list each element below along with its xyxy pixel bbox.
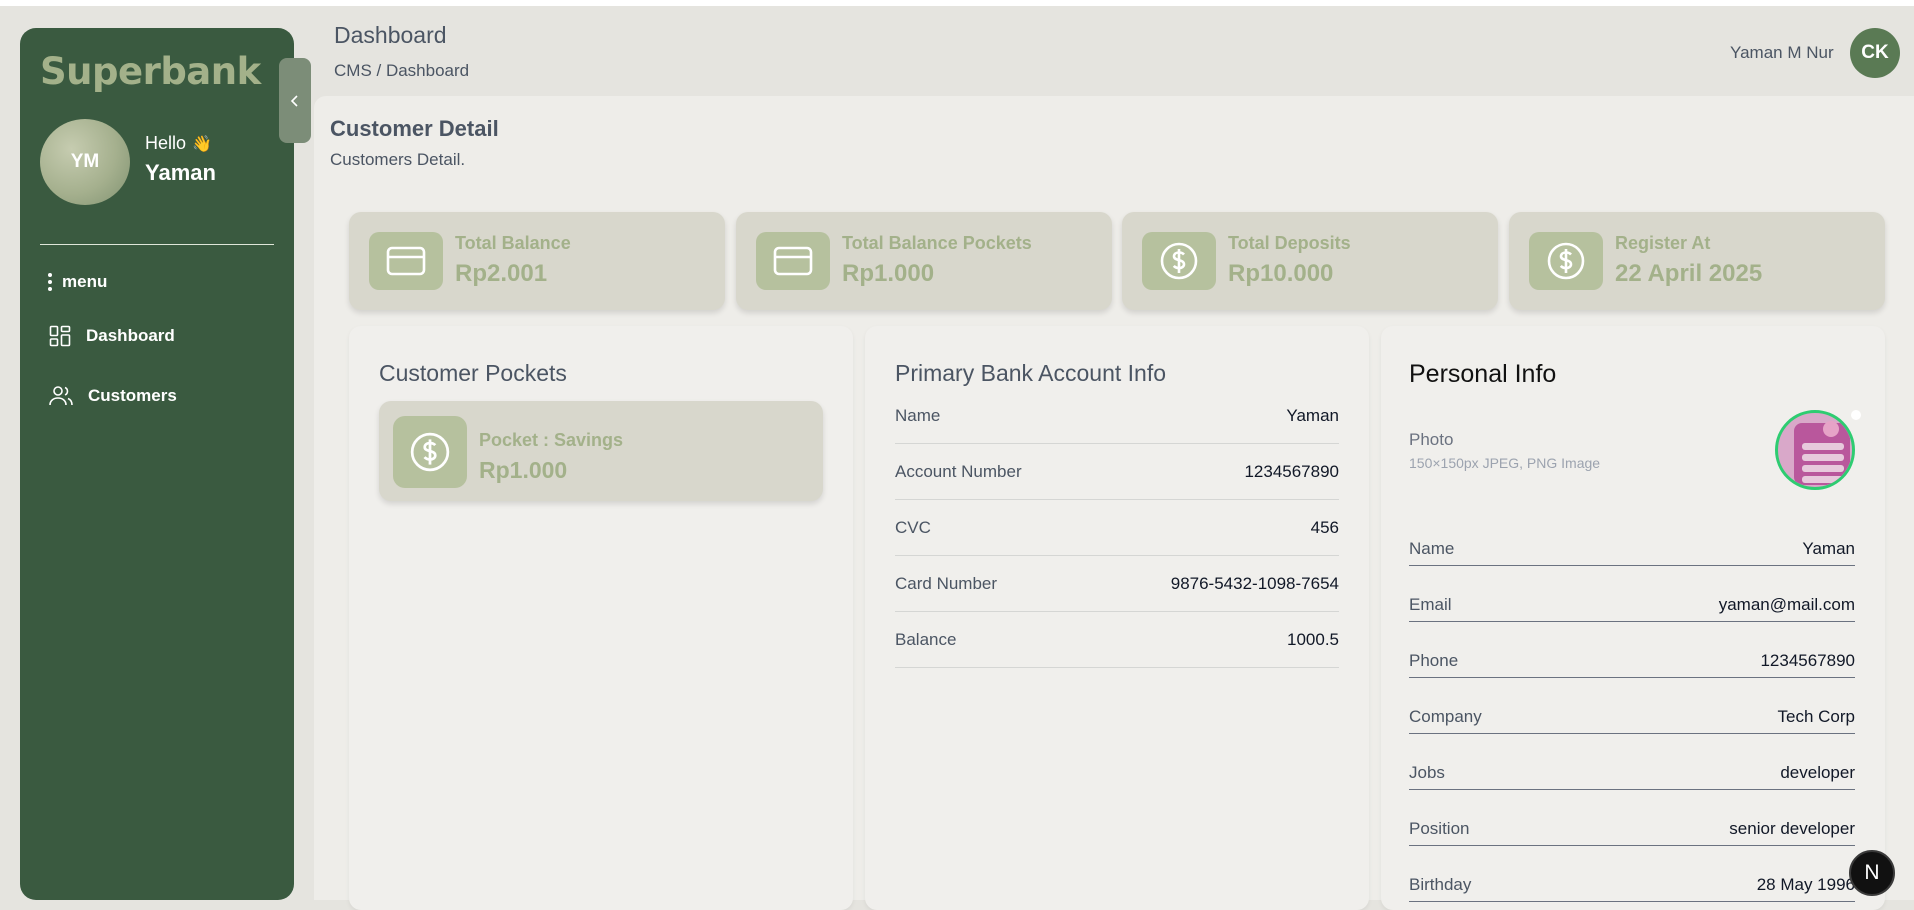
photo-edit-dot[interactable]	[1851, 410, 1861, 420]
info-row: Birthday 28 May 1996	[1409, 846, 1855, 902]
n-badge-button[interactable]: N	[1849, 850, 1895, 896]
row-key: Birthday	[1409, 875, 1472, 894]
header-user-name: Yaman M Nur	[1730, 43, 1834, 62]
row-value: senior developer	[1729, 819, 1855, 838]
row-value: 1234567890	[1760, 651, 1855, 670]
info-row: Account Number 1234567890	[895, 444, 1339, 500]
row-value: yaman@mail.com	[1718, 595, 1855, 614]
breadcrumb[interactable]: CMS / Dashboard	[334, 61, 469, 81]
row-value: 1234567890	[1244, 461, 1339, 481]
info-row: Name Yaman	[895, 388, 1339, 444]
photo-hint: 150×150px JPEG, PNG Image	[1409, 455, 1601, 471]
greeting-text: Hello	[145, 133, 187, 153]
row-key: Position	[1409, 819, 1470, 838]
row-value: developer	[1780, 763, 1855, 782]
row-key: Name	[895, 405, 941, 425]
row-value: 1000.5	[1287, 629, 1339, 649]
stat-value: 22 April 2025	[1615, 260, 1763, 287]
page-subtitle: Customers Detail.	[330, 150, 466, 169]
dollar-icon	[393, 416, 467, 488]
card-icon	[369, 232, 443, 290]
pocket-value: Rp1.000	[479, 457, 568, 483]
stat-label: Total Balance	[455, 233, 571, 253]
info-row: Position senior developer	[1409, 790, 1855, 846]
pocket-label: Pocket : Savings	[479, 430, 624, 450]
chevron-left-icon	[290, 94, 298, 107]
stat-card-register-at: Register At 22 April 2025	[1509, 212, 1885, 310]
stat-value: Rp10.000	[1228, 260, 1334, 287]
panel-title: Primary Bank Account Info	[895, 360, 1167, 386]
top-strip	[0, 0, 1914, 6]
row-key: Card Number	[895, 573, 998, 593]
stat-card-total-balance-pockets: Total Balance Pockets Rp1.000	[736, 212, 1112, 310]
panel-title: Personal Info	[1409, 360, 1557, 388]
panel-title: Customer Pockets	[379, 360, 567, 386]
row-key: Phone	[1409, 651, 1459, 670]
sidebar-item-label: Customers	[88, 386, 177, 405]
sidebar-item-customers[interactable]: Customers	[48, 384, 177, 408]
row-key: Jobs	[1409, 763, 1445, 782]
header-title: Dashboard	[334, 22, 447, 48]
info-row: Balance 1000.5	[895, 612, 1339, 668]
stat-value: Rp1.000	[842, 260, 935, 287]
menu-label: menu	[62, 272, 108, 291]
menu-heading: menu	[48, 272, 107, 292]
stat-value: Rp2.001	[455, 260, 548, 287]
sidebar-item-dashboard[interactable]: Dashboard	[48, 324, 175, 348]
sidebar-collapse-button[interactable]	[279, 58, 311, 143]
row-value: 9876-5432-1098-7654	[1170, 573, 1339, 593]
personal-info-panel: Personal Info Photo 150×150px JPEG, PNG …	[1381, 326, 1885, 910]
stat-label: Total Balance Pockets	[842, 233, 1032, 253]
pocket-card[interactable]: Pocket : Savings Rp1.000	[379, 401, 823, 501]
dollar-icon	[1529, 232, 1603, 290]
stat-card-total-balance: Total Balance Rp2.001	[349, 212, 725, 310]
stat-label: Total Deposits	[1228, 233, 1351, 253]
info-row: Phone 1234567890	[1409, 622, 1855, 678]
stat-label: Register At	[1615, 233, 1711, 253]
brand-logo[interactable]: Superbank	[40, 50, 261, 93]
row-key: Balance	[895, 629, 957, 649]
sidebar: Superbank YM Hello 👋 Yaman menu Dashboard…	[20, 28, 294, 900]
sidebar-divider	[40, 244, 274, 245]
info-row: Email yaman@mail.com	[1409, 566, 1855, 622]
grid-icon	[49, 325, 71, 347]
customer-pockets-panel: Customer Pockets Pocket : Savings Rp1.00…	[349, 326, 853, 910]
header-avatar[interactable]: CK	[1850, 28, 1900, 78]
row-value: 456	[1310, 517, 1339, 537]
sidebar-avatar: YM	[40, 119, 130, 205]
row-value: 28 May 1996	[1756, 875, 1855, 894]
row-key: CVC	[895, 517, 931, 537]
info-row: Jobs developer	[1409, 734, 1855, 790]
row-key: Account Number	[895, 461, 1022, 481]
info-row: Company Tech Corp	[1409, 678, 1855, 734]
info-row: Card Number 9876-5432-1098-7654	[895, 556, 1339, 612]
photo-label: Photo	[1409, 430, 1454, 449]
row-value: Yaman	[1802, 539, 1855, 558]
more-vertical-icon	[48, 273, 52, 291]
row-key: Name	[1409, 539, 1455, 558]
row-value: Tech Corp	[1777, 707, 1855, 726]
page-title: Customer Detail	[330, 116, 499, 141]
info-row: CVC 456	[895, 500, 1339, 556]
profile-photo[interactable]	[1775, 410, 1855, 490]
row-key: Company	[1409, 707, 1482, 726]
dollar-icon	[1142, 232, 1216, 290]
bank-account-panel: Primary Bank Account Info Name Yaman Acco…	[865, 326, 1369, 910]
wave-emoji: 👋	[192, 136, 212, 153]
row-key: Email	[1409, 595, 1452, 614]
sidebar-item-label: Dashboard	[86, 326, 175, 345]
greeting: Hello 👋	[145, 133, 212, 154]
users-icon	[49, 386, 73, 406]
stat-card-total-deposits: Total Deposits Rp10.000	[1122, 212, 1498, 310]
sidebar-user-name: Yaman	[145, 160, 216, 185]
row-value: Yaman	[1286, 405, 1339, 425]
info-row: Name Yaman	[1409, 510, 1855, 566]
card-icon	[756, 232, 830, 290]
